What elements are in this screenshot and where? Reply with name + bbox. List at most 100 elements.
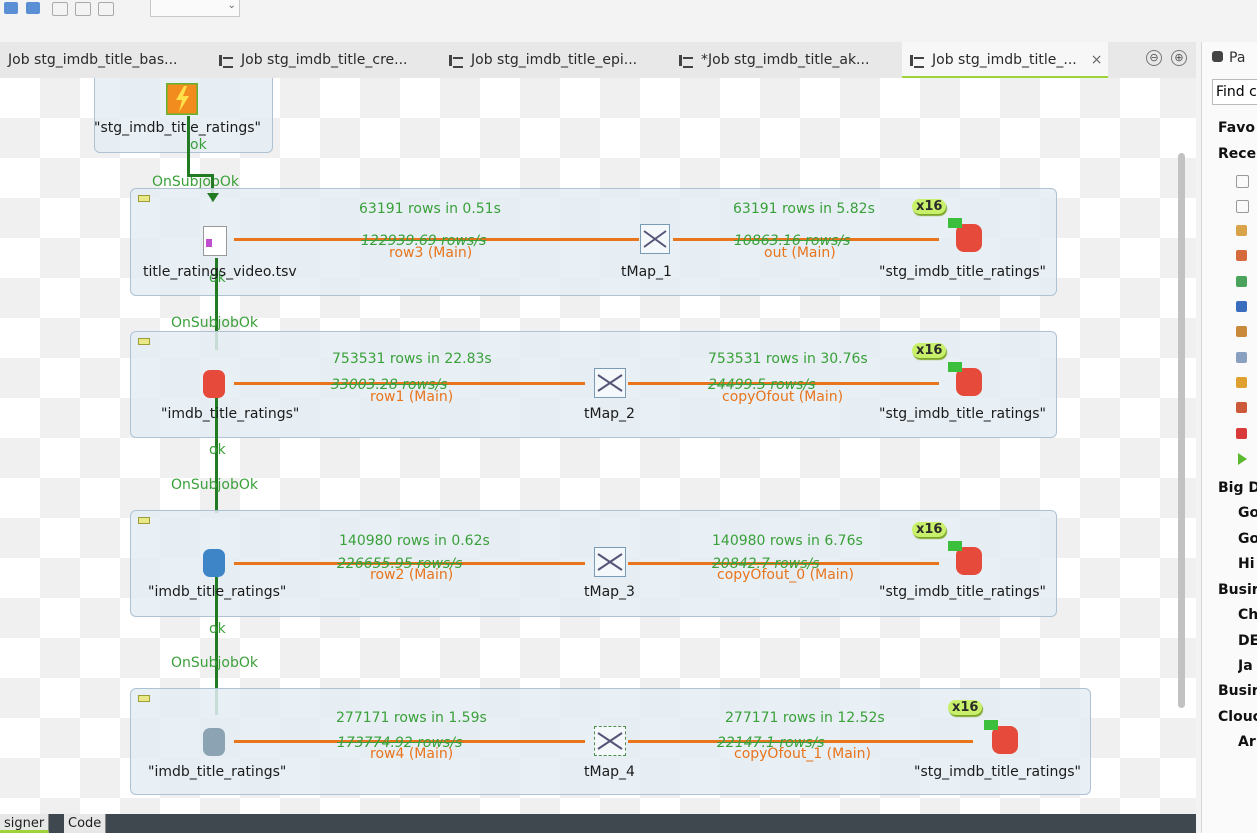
db-input-icon[interactable] xyxy=(203,549,225,577)
db-input-icon[interactable] xyxy=(203,370,225,398)
input-flow-label: row4 (Main) xyxy=(370,746,454,762)
tmap-glyph xyxy=(597,374,623,392)
palette-icon xyxy=(1212,51,1223,62)
palette-item[interactable]: DE xyxy=(1238,633,1257,656)
green-arrow-icon xyxy=(948,541,962,551)
tmap-icon[interactable] xyxy=(594,726,626,756)
back-icon[interactable] xyxy=(52,2,68,16)
tab-label: *Job stg_imdb_title_ak... xyxy=(701,52,870,68)
minimize-icon[interactable]: ⊖ xyxy=(1146,50,1162,66)
palette-item[interactable]: Go xyxy=(1238,531,1257,554)
stop-icon[interactable] xyxy=(98,2,114,16)
minimize-glyph: ⊖ xyxy=(1149,51,1159,64)
input-component-label: title_ratings_video.tsv xyxy=(143,264,297,280)
tab-job-title-crew[interactable]: Job stg_imdb_title_cre... xyxy=(219,42,407,78)
db-output-icon[interactable] xyxy=(948,541,982,575)
tmap-icon[interactable] xyxy=(594,547,626,577)
input-flow-label: row3 (Main) xyxy=(389,245,473,261)
output-flow-label: copyOfout_1 (Main) xyxy=(734,746,872,762)
tmap-glyph xyxy=(597,553,623,571)
parallel-badge: x16 xyxy=(948,700,983,715)
canvas-scrollbar[interactable] xyxy=(1178,153,1185,708)
editor-bottom-tabs: signer Code xyxy=(0,814,1196,833)
output-component-label: "stg_imdb_title_ratings" xyxy=(914,764,1081,780)
green-arrow-icon xyxy=(948,218,962,228)
palette-category-recent[interactable]: Recer xyxy=(1218,146,1257,169)
output-stats: 63191 rows in 5.82s xyxy=(733,201,875,217)
palette-category-business-intelligence[interactable]: Busir xyxy=(1218,683,1257,706)
collapse-icon[interactable] xyxy=(138,195,150,202)
output-component-label: "stg_imdb_title_ratings" xyxy=(879,584,1046,600)
palette-item[interactable]: Ja xyxy=(1238,658,1257,681)
debug-icon[interactable] xyxy=(26,2,40,14)
editor-tabbar: Job stg_imdb_title_bas... Job stg_imdb_t… xyxy=(0,42,1196,79)
tmap-icon[interactable] xyxy=(640,224,670,254)
output-flow-label: copyOfout (Main) xyxy=(722,389,844,405)
tab-designer[interactable]: signer xyxy=(0,814,50,833)
palette-search-input[interactable]: Find c xyxy=(1212,79,1257,105)
component-icon[interactable] xyxy=(1236,250,1247,261)
component-icon[interactable] xyxy=(1236,276,1247,287)
input-component-label: "imdb_title_ratings" xyxy=(161,406,300,422)
component-icon[interactable] xyxy=(1236,301,1247,312)
file-glyph xyxy=(206,239,212,247)
component-icon[interactable] xyxy=(1236,225,1247,236)
palette-item[interactable]: Go xyxy=(1238,505,1257,528)
play-icon[interactable] xyxy=(1238,453,1247,465)
tmap-icon[interactable] xyxy=(594,368,626,398)
db-connection-icon[interactable] xyxy=(164,81,200,117)
input-stats: 277171 rows in 1.59s xyxy=(336,710,487,726)
tab-job-title-ratings[interactable]: Job stg_imdb_title_... × xyxy=(902,42,1109,79)
input-component-label: "imdb_title_ratings" xyxy=(148,584,287,600)
component-icon[interactable] xyxy=(1236,428,1247,439)
parallel-badge: x16 xyxy=(912,199,947,214)
palette-item[interactable]: Ar xyxy=(1238,734,1257,757)
collapse-icon[interactable] xyxy=(138,517,150,524)
run-icon[interactable] xyxy=(4,2,18,14)
component-icon[interactable] xyxy=(1236,175,1249,188)
tmap-label: tMap_2 xyxy=(584,406,635,422)
green-arrow-icon xyxy=(948,362,962,372)
component-icon[interactable] xyxy=(1236,377,1247,388)
onsubjobok-link-label: OnSubjobOk xyxy=(171,477,259,493)
db-output-icon[interactable] xyxy=(948,218,982,252)
tab-job-title-basics[interactable]: Job stg_imdb_title_bas... xyxy=(8,42,177,78)
tab-code[interactable]: Code xyxy=(64,814,107,833)
parallel-badge: x16 xyxy=(912,522,947,537)
designer-canvas[interactable]: "stg_imdb_title_ratings" ok OnSubjobOk o… xyxy=(0,78,1196,814)
collapse-icon[interactable] xyxy=(138,338,150,345)
input-stats: 140980 rows in 0.62s xyxy=(339,533,490,549)
palette-category-big-data[interactable]: Big D xyxy=(1218,480,1257,503)
job-icon xyxy=(679,54,693,68)
job-icon xyxy=(219,54,233,68)
palette-item[interactable]: Hi xyxy=(1238,556,1257,579)
palette-category-favorites[interactable]: Favo xyxy=(1218,120,1257,143)
db-output-icon[interactable] xyxy=(948,362,982,396)
toolbar-dropdown[interactable]: ⌄ xyxy=(150,0,240,17)
tmap-label: tMap_1 xyxy=(621,264,672,280)
onsubjobok-link[interactable] xyxy=(187,174,213,177)
db-input-icon[interactable] xyxy=(203,728,225,756)
tmap-label: tMap_3 xyxy=(584,584,635,600)
tab-job-title-episode[interactable]: Job stg_imdb_title_epi... xyxy=(449,42,637,78)
forward-icon[interactable] xyxy=(75,2,91,16)
db-output-icon[interactable] xyxy=(984,720,1018,754)
palette-category-cloud[interactable]: Clouc xyxy=(1218,709,1257,732)
output-flow-label: out (Main) xyxy=(764,245,836,261)
palette-item[interactable]: Ch xyxy=(1238,607,1257,630)
ok-link-label: ok xyxy=(190,137,207,153)
file-input-icon[interactable] xyxy=(203,226,227,256)
component-icon[interactable] xyxy=(1236,200,1249,213)
parallel-badge: x16 xyxy=(912,343,947,358)
palette-category-business[interactable]: Busir xyxy=(1218,582,1257,605)
input-flow-label: row1 (Main) xyxy=(370,389,454,405)
component-icon[interactable] xyxy=(1236,402,1247,413)
maximize-icon[interactable]: ⊕ xyxy=(1171,50,1187,66)
close-icon[interactable]: × xyxy=(1091,52,1103,68)
component-icon[interactable] xyxy=(1236,326,1247,337)
tab-job-title-akas[interactable]: *Job stg_imdb_title_ak... xyxy=(679,42,869,78)
collapse-icon[interactable] xyxy=(138,695,150,702)
onsubjobok-link[interactable] xyxy=(187,116,190,176)
component-icon[interactable] xyxy=(1236,352,1247,363)
input-stats: 753531 rows in 22.83s xyxy=(332,351,492,367)
